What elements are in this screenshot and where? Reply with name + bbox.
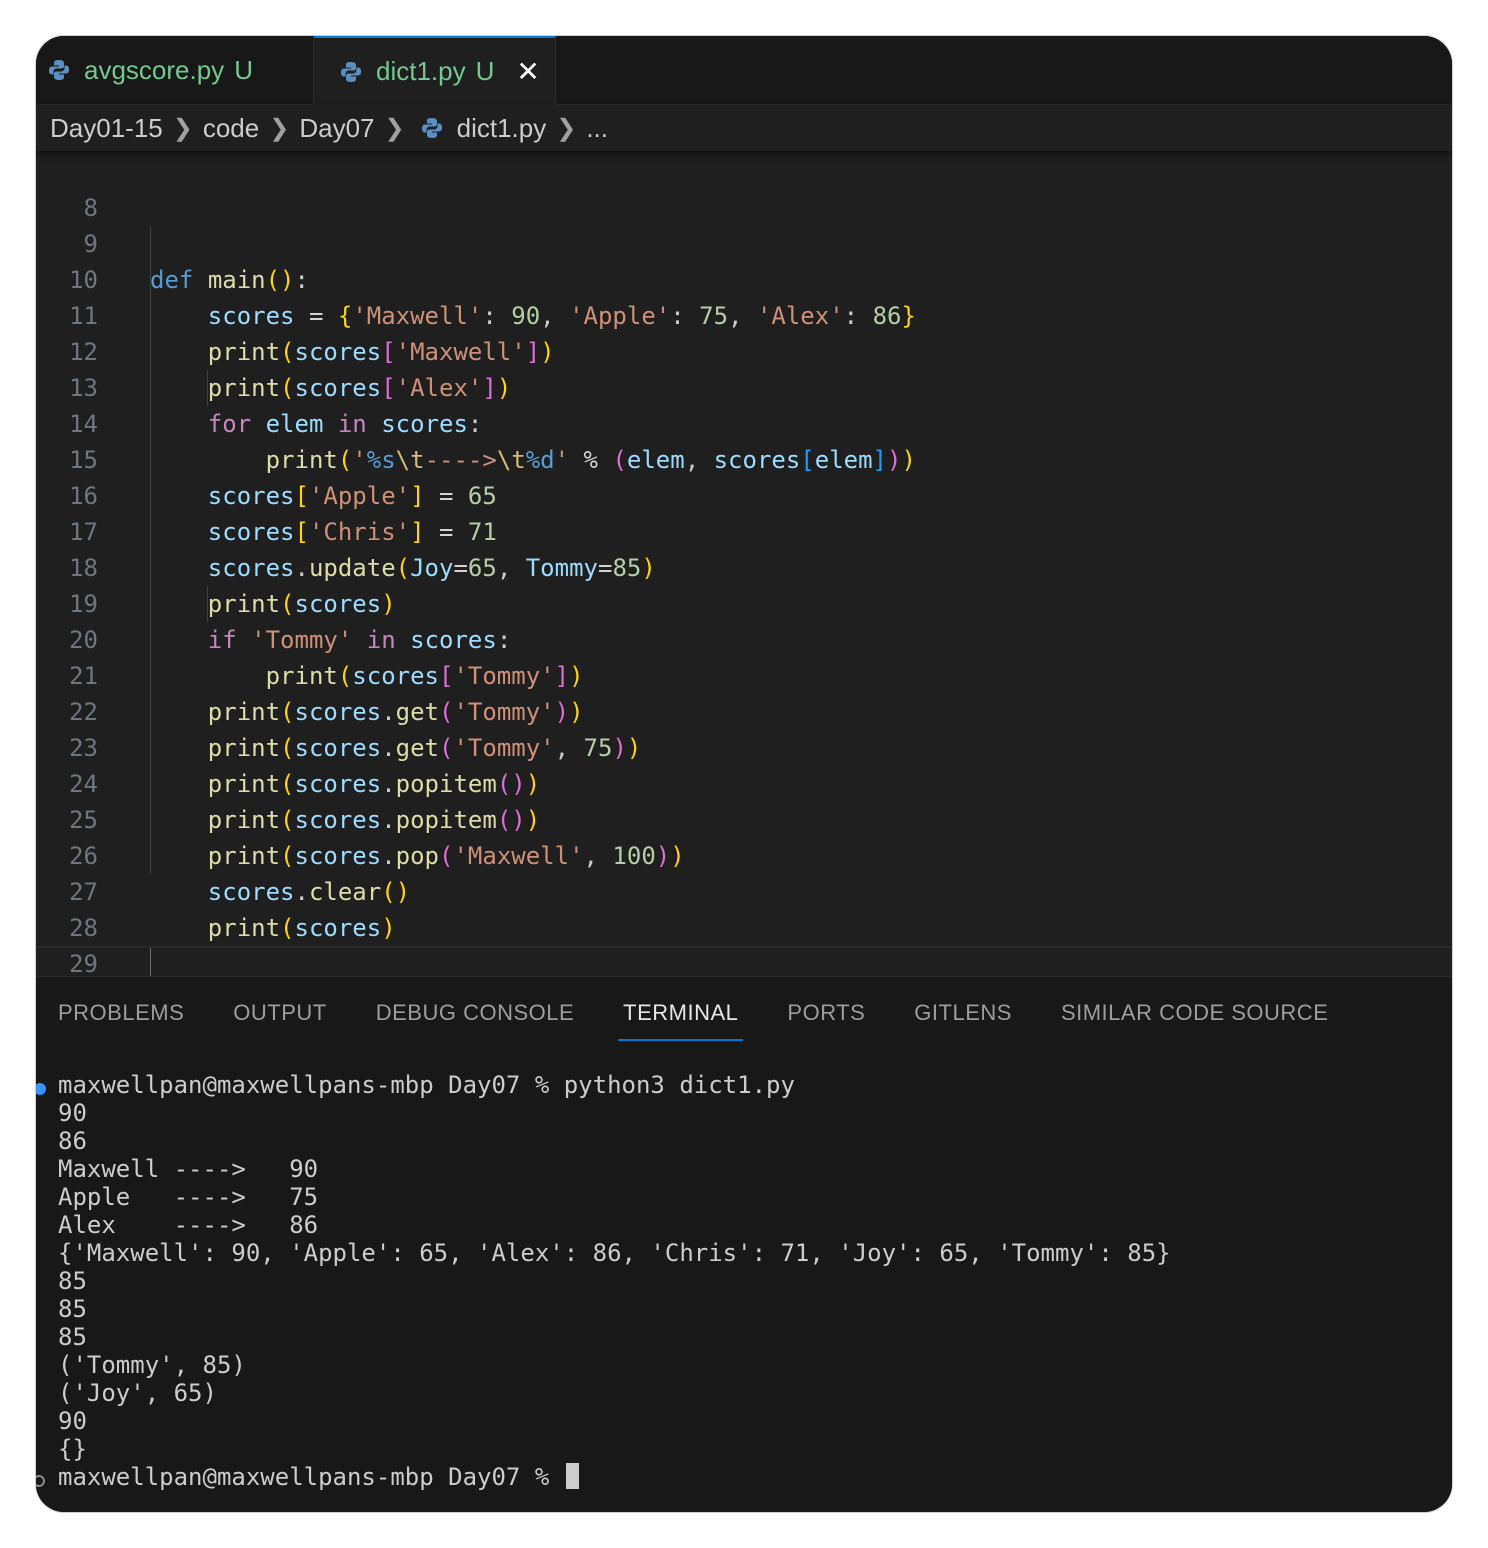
terminal-prompt-line: maxwellpan@maxwellpans-mbp Day07 % — [58, 1463, 1171, 1491]
terminal-line: ('Tommy', 85) — [58, 1351, 246, 1379]
chevron-right-icon: ❯ — [384, 114, 405, 142]
code-line: 8 — [36, 154, 1452, 222]
terminal-line: 85 — [58, 1323, 87, 1351]
panel-tabs: PROBLEMS OUTPUT DEBUG CONSOLE TERMINAL P… — [58, 977, 1377, 1049]
code-line: 28 — [36, 874, 1452, 942]
untracked-badge: U — [475, 56, 495, 86]
code-line: 30 main() — [36, 946, 1452, 976]
close-icon[interactable]: ✕ — [516, 57, 539, 86]
code-line: 16 scores['Chris'] = 71 — [36, 442, 1452, 546]
code-line: 23 print(scores.popitem()) — [36, 694, 1452, 798]
code-line: 26 scores.clear() — [36, 802, 1452, 906]
code-line: 15 scores['Apple'] = 65 — [36, 406, 1452, 510]
tab-avgscore[interactable]: avgscore.py U — [36, 36, 314, 104]
code-line: 10 scores = {'Maxwell': 90, 'Apple': 75,… — [36, 226, 1452, 330]
tab-debug-console[interactable]: DEBUG CONSOLE — [376, 977, 574, 1049]
python-file-icon — [49, 60, 69, 80]
tab-dict1[interactable]: dict1.py U ✕ — [314, 36, 556, 105]
code-line: 20 print(scores['Tommy']) — [36, 586, 1452, 690]
tab-problems[interactable]: PROBLEMS — [58, 977, 184, 1049]
tab-filename: avgscore.py — [84, 54, 225, 85]
code-line: 22 print(scores.get('Tommy', 75)) — [36, 658, 1452, 762]
code-line: 9 def main(): — [36, 190, 1452, 294]
command-status-icon[interactable] — [36, 1083, 46, 1095]
tab-terminal[interactable]: TERMINAL — [618, 977, 744, 1049]
terminal-line: {} — [58, 1435, 87, 1463]
tab-gitlens[interactable]: GITLENS — [914, 977, 1012, 1049]
code-line: 13 for elem in scores: — [36, 334, 1452, 438]
terminal-prompt: maxwellpan@maxwellpans-mbp Day07 % — [58, 1463, 564, 1491]
terminal-line: Alex ----> 86 — [58, 1211, 319, 1239]
code-line: 18 print(scores) — [36, 514, 1452, 618]
tab-filename: dict1.py — [376, 56, 466, 86]
terminal-line: Maxwell ----> 90 — [58, 1155, 319, 1183]
terminal-line: 85 — [58, 1295, 87, 1323]
code-line: 29 if __name__ == '__main__': — [36, 910, 1452, 976]
code-line: 17 scores.update(Joy=65, Tommy=85) — [36, 478, 1452, 582]
python-file-icon — [341, 61, 361, 82]
editor-tab-bar: avgscore.py U dict1.py U ✕ — [36, 36, 1452, 105]
terminal-output[interactable]: maxwellpan@maxwellpans-mbp Day07 % pytho… — [58, 1071, 1171, 1491]
command-status-icon[interactable] — [36, 1475, 45, 1487]
bottom-panel: PROBLEMS OUTPUT DEBUG CONSOLE TERMINAL P… — [36, 976, 1452, 1512]
breadcrumb-item[interactable]: code — [203, 113, 259, 144]
terminal-line: 86 — [58, 1127, 87, 1155]
code-line: 21 print(scores.get('Tommy')) — [36, 622, 1452, 726]
terminal-line: ('Joy', 65) — [58, 1379, 217, 1407]
tab-similar-code-source[interactable]: SIMILAR CODE SOURCE — [1061, 977, 1328, 1049]
chevron-right-icon: ❯ — [269, 114, 290, 142]
breadcrumb-item[interactable]: Day07 — [299, 113, 374, 144]
python-file-icon — [421, 118, 442, 138]
code-line: 14 print('%s\t---->\t%d' % (elem, scores… — [36, 370, 1452, 474]
vscode-window: avgscore.py U dict1.py U ✕ Day01-15 ❯ co… — [36, 36, 1452, 1512]
terminal-line: maxwellpan@maxwellpans-mbp Day07 % pytho… — [58, 1071, 795, 1099]
terminal-cursor — [565, 1463, 579, 1489]
breadcrumb-item[interactable]: ... — [586, 113, 608, 144]
terminal-line: 90 — [58, 1099, 87, 1127]
chevron-right-icon: ❯ — [556, 114, 577, 142]
breadcrumb-item[interactable]: Day01-15 — [50, 113, 163, 144]
chevron-right-icon: ❯ — [172, 114, 193, 142]
code-line: 12 print(scores['Alex']) — [36, 298, 1452, 402]
breadcrumb-item[interactable]: dict1.py — [457, 113, 547, 144]
code-line: 25 print(scores.pop('Maxwell', 100)) — [36, 766, 1452, 870]
code-line: 19 if 'Tommy' in scores: — [36, 550, 1452, 654]
tab-output[interactable]: OUTPUT — [233, 977, 326, 1049]
terminal-line: {'Maxwell': 90, 'Apple': 65, 'Alex': 86,… — [58, 1239, 1171, 1267]
untracked-badge: U — [234, 54, 253, 85]
terminal-line: 85 — [58, 1267, 87, 1295]
code-line: 27 print(scores) — [36, 838, 1452, 942]
tab-ports[interactable]: PORTS — [787, 977, 865, 1049]
code-editor[interactable]: 8 9 def main(): 10 scores = {'Maxwell': … — [36, 154, 1452, 976]
code-line: 24 print(scores.popitem()) — [36, 730, 1452, 834]
breadcrumb: Day01-15 ❯ code ❯ Day07 ❯ dict1.py ❯ ... — [36, 105, 1452, 151]
code-line: 11 print(scores['Maxwell']) — [36, 262, 1452, 366]
terminal-line: 90 — [58, 1407, 87, 1435]
terminal-line: Apple ----> 75 — [58, 1183, 319, 1211]
